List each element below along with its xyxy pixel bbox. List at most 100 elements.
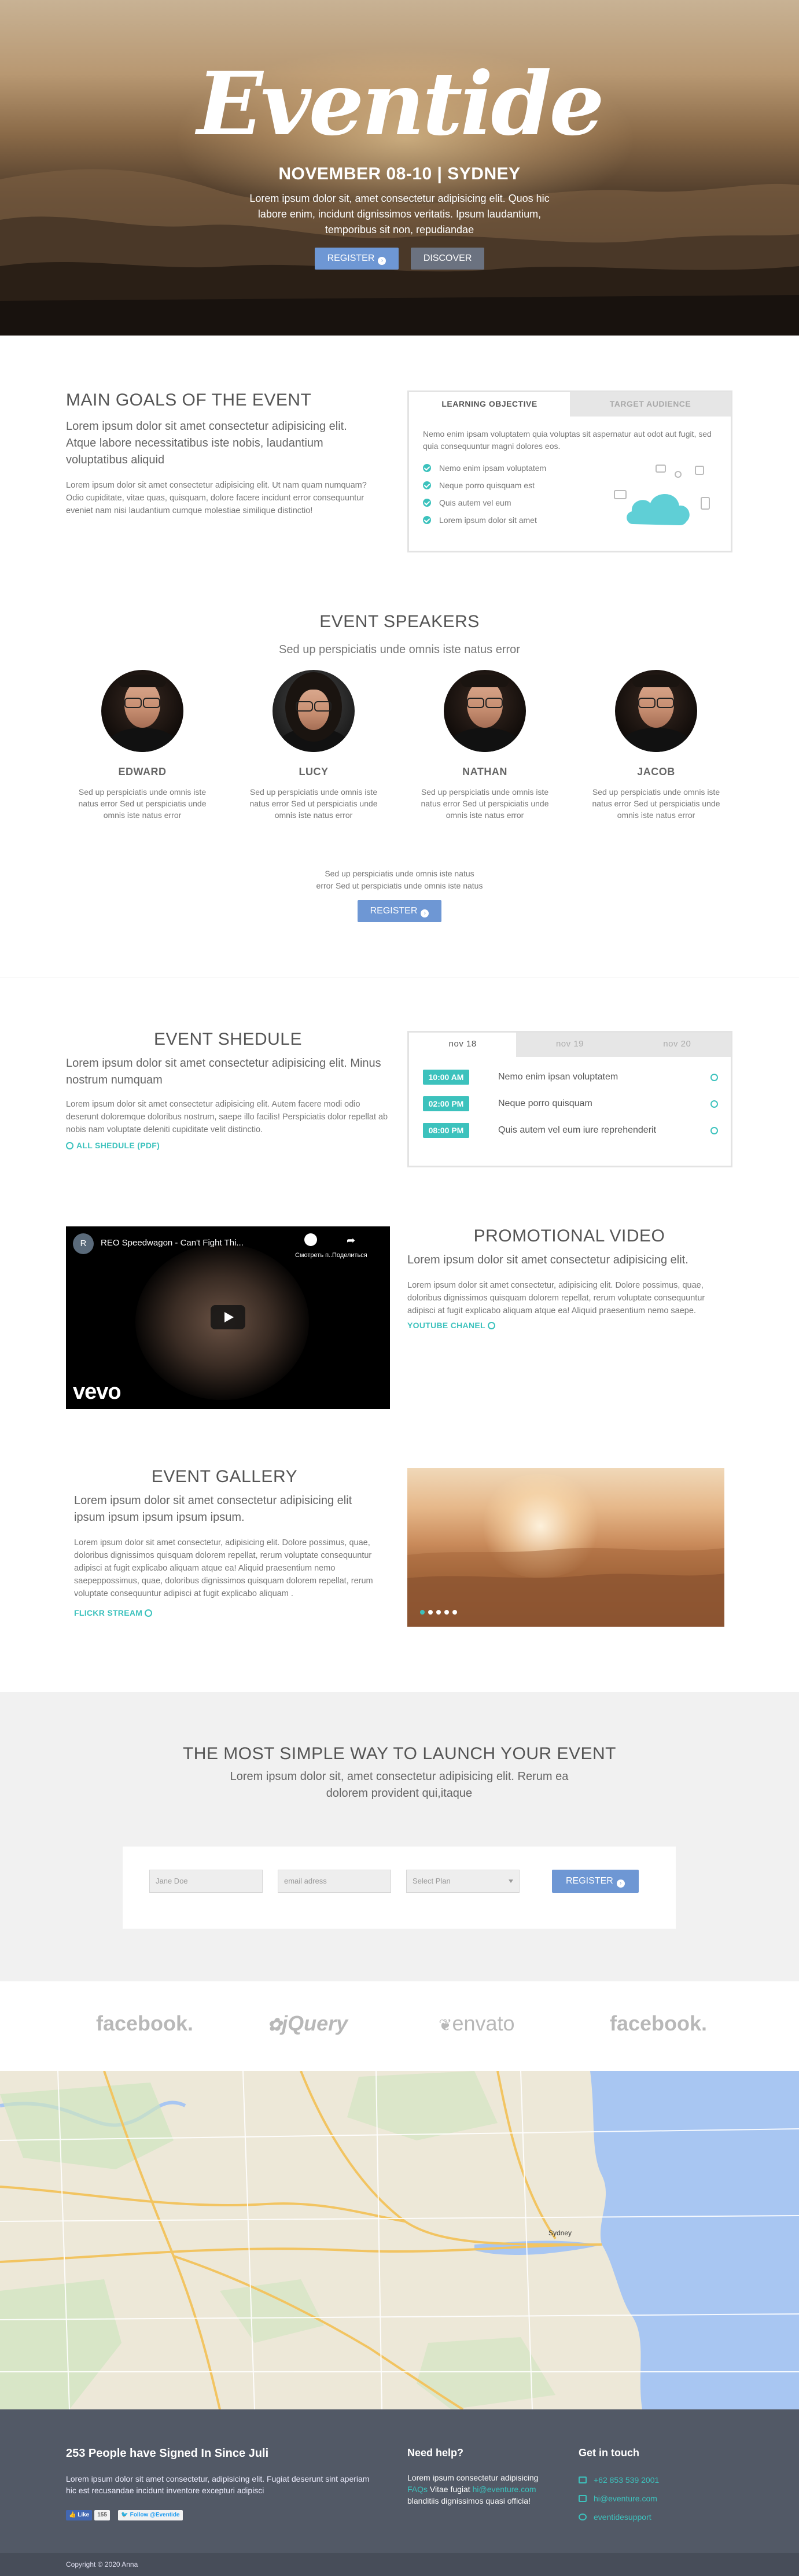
contact-phone-label: +62 853 539 2001 (594, 2475, 660, 2485)
signups-title: 253 People have Signed In Since Juli (66, 2447, 269, 2460)
tab-nov-18[interactable]: nov 18 (409, 1033, 516, 1057)
cloud-illustration-icon (614, 465, 710, 525)
arrow-right-icon: › (616, 1880, 625, 1888)
tab-nov-20[interactable]: nov 20 (623, 1033, 731, 1057)
check-icon (423, 481, 431, 489)
launch-title: THE MOST SIMPLE WAY TO LAUNCH YOUR EVENT (182, 1744, 617, 1763)
facebook-like-button[interactable]: 👍 Like (66, 2510, 93, 2520)
speaker-avatar (273, 670, 355, 752)
tab-target-audience[interactable]: TARGET AUDIENCE (570, 392, 731, 417)
envato-logo: ❦envato (439, 2011, 515, 2036)
video-player[interactable]: R REO Speedwagon - Can't Fight Thi... ➦ … (66, 1226, 390, 1409)
tab-nov-19[interactable]: nov 19 (516, 1033, 624, 1057)
discover-label: DISCOVER (423, 253, 472, 263)
time-badge: 10:00 AM (423, 1070, 469, 1085)
arrow-right-icon: › (378, 257, 386, 265)
schedule-row[interactable]: 02:00 PM Neque porro quisquam (423, 1094, 731, 1121)
speakers-note-line: Sed up perspiciatis unde omnis iste natu… (325, 869, 474, 878)
footer-signups: 253 People have Signed In Since Juli Lor… (66, 2447, 378, 2520)
speaker-card: JACOB Sed up perspiciatis unde omnis ist… (581, 670, 731, 821)
speakers-section: EVENT SPEAKERS Sed up perspiciatis unde … (0, 602, 799, 978)
schedule-body: Lorem ipsum dolor sit amet consectetur a… (66, 1100, 388, 1134)
time-badge: 02:00 PM (423, 1096, 469, 1111)
name-field[interactable]: Jane Doe (149, 1870, 263, 1893)
goals-body: Lorem ipsum dolor sit amet consectetur a… (66, 481, 367, 515)
slider-dot[interactable] (452, 1610, 457, 1615)
gallery-title: EVENT GALLERY (151, 1467, 298, 1486)
signups-text: Lorem ipsum dolor sit amet consectetur, … (66, 2474, 370, 2495)
contact-list: +62 853 539 2001 hi@eventure.com eventid… (579, 2471, 729, 2526)
watch-later-label: Смотреть п... (295, 1252, 334, 1259)
watch-later-icon[interactable] (304, 1233, 317, 1246)
schedule-lead: Lorem ipsum dolor sit amet consectetur a… (66, 1057, 381, 1086)
facebook-logo: facebook. (96, 2011, 194, 2035)
speakers-subtitle: Sed up perspiciatis unde omnis iste natu… (279, 643, 520, 656)
speaker-card: EDWARD Sed up perspiciatis unde omnis is… (67, 670, 218, 821)
gallery-body: Lorem ipsum dolor sit amet consectetur, … (74, 1538, 373, 1598)
expand-icon[interactable] (710, 1100, 718, 1108)
gallery-slider[interactable] (407, 1468, 724, 1627)
speaker-desc: Sed up perspiciatis unde omnis iste natu… (592, 787, 720, 820)
envato-wordmark: envato (452, 2011, 515, 2035)
slider-dot[interactable] (444, 1610, 449, 1615)
schedule-row[interactable]: 10:00 AM Nemo enim ipsan voluptatem (423, 1067, 731, 1094)
goals-tab-panel: LEARNING OBJECTIVE TARGET AUDIENCE Nemo … (407, 390, 732, 552)
registration-form: Jane Doe email adress Select Plan REGIST… (123, 1847, 676, 1929)
speaker-avatar (444, 670, 526, 752)
hero-register-button[interactable]: REGISTER › (314, 248, 399, 270)
like-label: Like (78, 2512, 90, 2518)
slider-dot[interactable] (436, 1610, 441, 1615)
check-icon (423, 499, 431, 507)
speaker-name: JACOB (637, 766, 675, 777)
list-item-label: Quis autem vel eum (439, 498, 511, 507)
speakers-register-button[interactable]: REGISTER › (357, 900, 442, 922)
speakers-button-row: REGISTER › (0, 900, 799, 922)
schedule-pdf-link[interactable]: ALL SHEDULE (PDF) (66, 1141, 390, 1150)
help-email-link[interactable]: hi@eventure.com (473, 2485, 536, 2494)
launch-lead: Lorem ipsum dolor sit, amet consectetur … (230, 1770, 569, 1800)
expand-icon[interactable] (710, 1127, 718, 1134)
email-field[interactable]: email adress (278, 1870, 391, 1893)
jquery-logo: ✿jQuery (267, 2011, 348, 2036)
footer-contact: Get in touch +62 853 539 2001 hi@eventur… (579, 2447, 729, 2526)
contact-skype[interactable]: eventidesupport (579, 2508, 729, 2526)
form-register-button[interactable]: REGISTER › (552, 1870, 639, 1893)
goals-lead: Lorem ipsum dolor sit amet consectetur a… (66, 420, 347, 466)
gallery-section: EVENT GALLERY Lorem ipsum dolor sit amet… (0, 1452, 799, 1683)
location-map[interactable]: Sydney (0, 2071, 799, 2409)
contact-phone[interactable]: +62 853 539 2001 (579, 2471, 729, 2489)
slider-dot[interactable] (420, 1610, 425, 1615)
hero-discover-button[interactable]: DISCOVER (410, 248, 485, 270)
thumbs-up-icon: 👍 (69, 2512, 76, 2518)
schedule-list: 10:00 AM Nemo enim ipsan voluptatem 02:0… (423, 1067, 731, 1147)
play-button-icon[interactable] (211, 1305, 245, 1329)
slider-dot[interactable] (428, 1610, 433, 1615)
slider-dots (420, 1607, 461, 1617)
channel-avatar[interactable]: R (73, 1233, 94, 1254)
goals-tab-intro: Nemo enim ipsam voluptatem quia voluptas… (423, 429, 712, 451)
site-footer: 253 People have Signed In Since Juli Lor… (0, 2409, 799, 2576)
tab-learning-objective[interactable]: LEARNING OBJECTIVE (409, 392, 570, 417)
plan-select[interactable]: Select Plan (406, 1870, 520, 1893)
flickr-link-label: FLICKR STREAM (74, 1608, 143, 1617)
share-icon[interactable]: ➦ (347, 1234, 355, 1247)
video-title-heading: PROMOTIONAL VIDEO (473, 1226, 665, 1245)
video-section: R REO Speedwagon - Can't Fight Thi... ➦ … (0, 1209, 799, 1452)
chevron-down-icon (509, 1880, 513, 1883)
speakers-note: Sed up perspiciatis unde omnis iste natu… (0, 868, 799, 892)
flickr-stream-link[interactable]: FLICKR STREAM (74, 1608, 375, 1617)
speakers-note-line: error Sed ut perspiciatis unde omnis ist… (316, 881, 483, 890)
video-title[interactable]: REO Speedwagon - Can't Fight Thi... (101, 1238, 244, 1248)
schedule-row[interactable]: 08:00 PM Quis autem vel eum iure reprehe… (423, 1121, 731, 1147)
arrow-right-icon (487, 1322, 495, 1329)
contact-email[interactable]: hi@eventure.com (579, 2489, 729, 2508)
event-logo: Eventide (197, 53, 605, 155)
speaker-card: LUCY Sed up perspiciatis unde omnis iste… (238, 670, 389, 821)
twitter-follow-button[interactable]: 🐦 Follow @Eventide (118, 2510, 183, 2520)
speaker-name: EDWARD (118, 766, 167, 777)
youtube-channel-link[interactable]: YOUTUBE CHANEL (407, 1321, 731, 1330)
speaker-desc: Sed up perspiciatis unde omnis iste natu… (421, 787, 549, 820)
help-text-1: Lorem ipsum consectetur adipisicing (407, 2473, 539, 2482)
faqs-link[interactable]: FAQs (407, 2485, 428, 2494)
expand-icon[interactable] (710, 1074, 718, 1081)
